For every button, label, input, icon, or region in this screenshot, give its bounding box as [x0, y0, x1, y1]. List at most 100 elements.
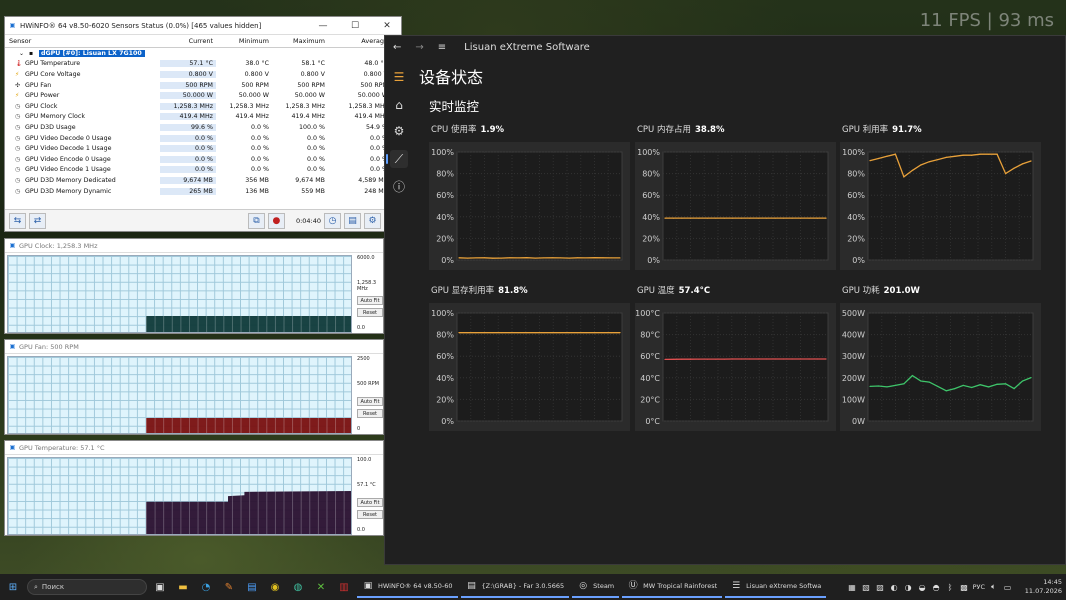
series-point	[492, 332, 494, 334]
sensor-row[interactable]: ⚡︎ GPU Core Voltage 0.800 V 0.800 V 0.800…	[5, 69, 401, 80]
edge-icon[interactable]: ◔	[196, 577, 216, 597]
sensor-row[interactable]: ◷ GPU Video Encode 1 Usage 0.0 % 0.0 % 0.…	[5, 165, 401, 176]
taskbar-task[interactable]: Ⓤ MW Tropical Rainforest	[622, 576, 723, 598]
series-point	[971, 154, 973, 156]
taskbar-task[interactable]: ▤ {Z:\GRAB} - Far 3.0.5665	[460, 576, 570, 598]
taskbar-clock[interactable]: 14:45 11.07.2026	[1020, 578, 1062, 596]
browser-icon[interactable]: ◍	[288, 577, 308, 597]
sensor-maximum: 0.800 V	[300, 70, 325, 78]
column-header[interactable]: Current	[160, 37, 216, 45]
monitor-app-icon[interactable]: ▤	[242, 577, 262, 597]
clock-icon[interactable]: ◷	[324, 212, 341, 229]
series-point	[920, 164, 922, 166]
logging-icon[interactable]: ●	[267, 212, 285, 229]
series-point	[509, 332, 511, 334]
tray-app-icon[interactable]: ▧	[861, 583, 872, 592]
tray-app-icon[interactable]: ◐	[889, 583, 900, 592]
auto-fit-button[interactable]: Auto Fit	[357, 296, 383, 305]
forward-arrow-icon[interactable]: →	[415, 42, 423, 53]
reset-button[interactable]: Reset	[357, 510, 383, 519]
task-label: Steam	[593, 582, 615, 590]
series-point	[526, 332, 528, 334]
taskbar-task[interactable]: ◎ Steam	[572, 576, 620, 598]
column-header[interactable]: Minimum	[216, 37, 272, 45]
arrow-left-right-icon[interactable]: ⇆	[9, 212, 26, 229]
tray-app-icon[interactable]: ▩	[959, 583, 970, 592]
sensor-graph-window[interactable]: ▣ GPU Fan: 500 RPM 2500 500 RPM Auto Fit …	[4, 339, 384, 435]
tray-app-icon[interactable]: ▦	[847, 583, 858, 592]
reset-button[interactable]: Reset	[357, 308, 383, 317]
home-icon[interactable]: ⌂	[390, 96, 408, 114]
gear-icon[interactable]: ⚙	[390, 122, 408, 140]
windows-start-icon[interactable]: ⊞	[3, 577, 23, 597]
graph-title-bar[interactable]: ▣ GPU Fan: 500 RPM	[5, 340, 383, 354]
language-indicator[interactable]: РУС	[973, 583, 985, 591]
column-header[interactable]: Average	[328, 37, 391, 45]
minimize-icon[interactable]: —	[309, 21, 337, 31]
bluetooth-icon[interactable]: ᛒ	[945, 583, 956, 592]
series-point	[911, 375, 913, 377]
y-tick-label: 40°C	[640, 374, 660, 383]
report-icon[interactable]: ▤	[344, 212, 361, 229]
y-tick-label: 20%	[436, 234, 454, 243]
sensor-row[interactable]: ◷ GPU Video Decode 1 Usage 0.0 % 0.0 % 0.…	[5, 143, 401, 154]
hwinfo-titlebar[interactable]: ▣ HWiNFO® 64 v8.50-6020 Sensors Status (…	[5, 17, 401, 35]
network-icon[interactable]: ⧉	[247, 212, 265, 229]
menu-icon[interactable]: ≡	[438, 42, 446, 53]
chevron-down-icon[interactable]: ⌄	[19, 50, 26, 57]
volume-icon[interactable]: 🔈︎	[988, 582, 999, 592]
sensor-row[interactable]: ✣ GPU Fan 500 RPM 500 RPM 500 RPM 500 RPM	[5, 80, 401, 91]
series-point	[602, 257, 604, 259]
sensor-row[interactable]: ◷ GPU Clock 1,258.3 MHz 1,258.3 MHz 1,258…	[5, 101, 401, 112]
column-header[interactable]: Maximum	[272, 37, 328, 45]
series-point	[962, 154, 964, 156]
app-store-icon[interactable]: ▥	[334, 577, 354, 597]
paint-icon[interactable]: ✎	[219, 577, 239, 597]
device-row[interactable]: ⌄ ▪ dGPU [#0]: Lisuan LX 7G100	[5, 48, 401, 59]
settings-icon[interactable]: ⚙	[364, 212, 381, 229]
graph-side-panel: 6000.0 1,258.3 MHz Auto Fit Reset 0.0	[355, 255, 385, 333]
sensor-row[interactable]: ◷ GPU D3D Memory Dedicated 9,674 MB 356 M…	[5, 175, 401, 186]
tray-app-icon[interactable]: ◑	[903, 583, 914, 592]
column-header[interactable]: Sensor	[5, 37, 160, 45]
chart-line-icon[interactable]: ⟋	[386, 150, 408, 168]
graph-title-bar[interactable]: ▣ GPU Temperature: 57.1 °C	[5, 441, 383, 455]
maximize-icon[interactable]: ☐	[341, 21, 369, 31]
info-icon[interactable]: ⓘ	[390, 178, 408, 196]
tray-app-icon[interactable]: ▨	[875, 583, 886, 592]
task-view-icon[interactable]: ▣	[150, 577, 170, 597]
sensor-minimum: 0.0 %	[251, 166, 269, 174]
close-icon[interactable]: ✕	[373, 21, 401, 31]
auto-fit-button[interactable]: Auto Fit	[357, 397, 383, 406]
sensor-row[interactable]: ◷ GPU Video Encode 0 Usage 0.0 % 0.0 % 0.…	[5, 154, 401, 165]
series-point	[988, 386, 990, 388]
chrome-icon[interactable]: ◉	[265, 577, 285, 597]
file-explorer-icon[interactable]: ▬	[173, 577, 193, 597]
sensor-row[interactable]: ◷ GPU Video Decode 0 Usage 0.0 % 0.0 % 0.…	[5, 133, 401, 144]
sensor-row[interactable]: ◷ GPU Memory Clock 419.4 MHz 419.4 MHz 41…	[5, 112, 401, 123]
search-icon: ⌕	[34, 582, 38, 591]
tray-app-icon[interactable]: ◓	[931, 583, 942, 592]
auto-fit-button[interactable]: Auto Fit	[357, 498, 383, 507]
xbox-icon[interactable]: ✕	[311, 577, 331, 597]
taskbar-search[interactable]: ⌕ Поиск	[27, 579, 147, 595]
monitor-card: GPU 利用率 91.7% 100% 80% 60% 40% 20% 0%	[840, 123, 1041, 273]
arrow-left-right-alt-icon[interactable]: ⇄	[29, 212, 46, 229]
sensor-name: GPU Video Encode 1 Usage	[25, 166, 111, 174]
tray-app-icon[interactable]: ◒	[917, 583, 928, 592]
battery-icon[interactable]: ▭	[1002, 583, 1013, 592]
series-point	[732, 217, 734, 219]
graph-title-bar[interactable]: ▣ GPU Clock: 1,258.3 MHz	[5, 239, 383, 253]
reset-button[interactable]: Reset	[357, 409, 383, 418]
sensor-row[interactable]: ◷ GPU D3D Memory Dynamic 265 MB 136 MB 55…	[5, 186, 401, 197]
sensor-row[interactable]: 🌡︎ GPU Temperature 57.1 °C 38.0 °C 58.1 °…	[5, 59, 401, 70]
taskbar-task[interactable]: ☰ Lisuan eXtreme Softwa	[725, 576, 827, 598]
sensor-graph-window[interactable]: ▣ GPU Clock: 1,258.3 MHz 6000.0 1,258.3 M…	[4, 238, 384, 334]
taskbar-task[interactable]: ▣ HWiNFO® 64 v8.50-60	[357, 576, 458, 598]
back-arrow-icon[interactable]: ←	[393, 42, 401, 53]
series-point	[894, 153, 897, 155]
sensor-row[interactable]: ◷ GPU D3D Usage 99.6 % 0.0 % 100.0 % 54.9…	[5, 122, 401, 133]
sensor-row[interactable]: ⚡︎ GPU Power 50.000 W 50.000 W 50.000 W 5…	[5, 90, 401, 101]
sensor-name: GPU Video Encode 0 Usage	[25, 155, 111, 163]
sensor-graph-window[interactable]: ▣ GPU Temperature: 57.1 °C 100.0 57.1 °C …	[4, 440, 384, 536]
